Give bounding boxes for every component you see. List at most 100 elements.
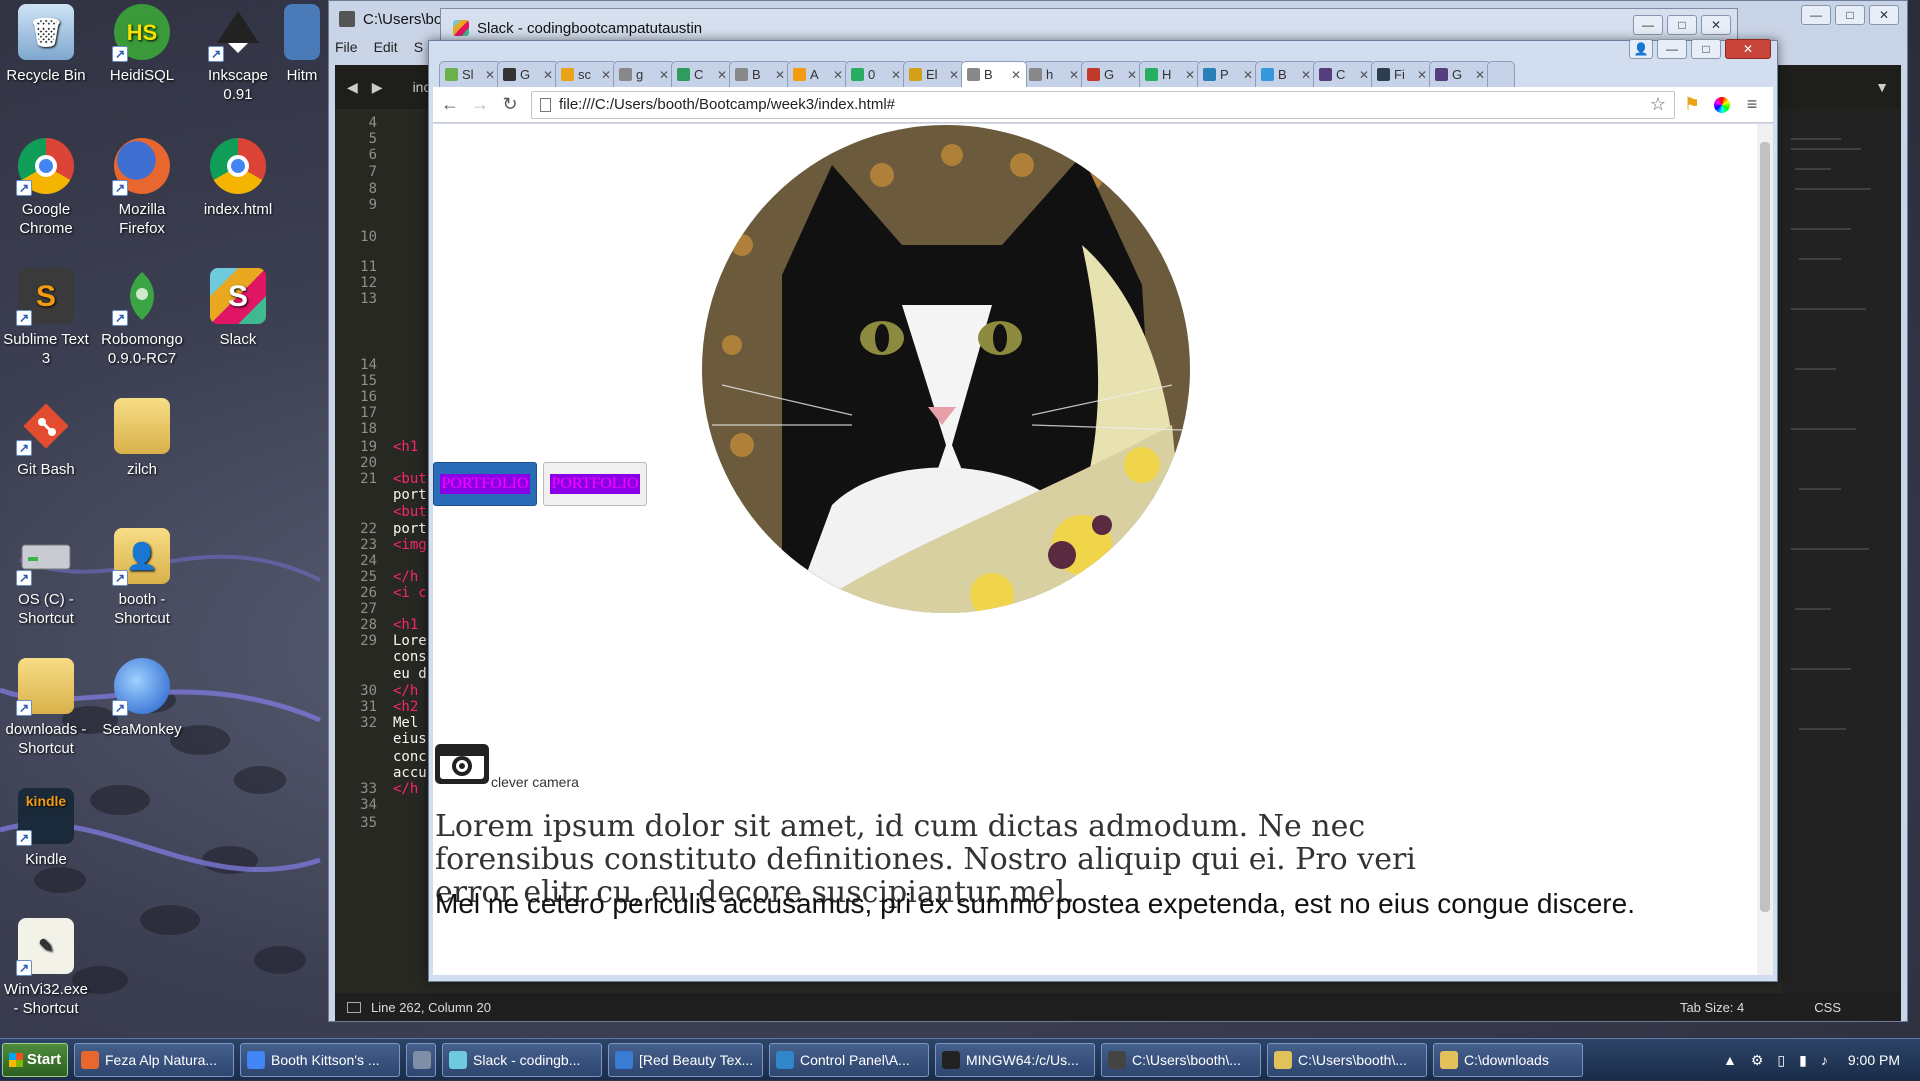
tab-close-icon[interactable]: ✕ <box>1185 68 1195 82</box>
maximize-button[interactable]: □ <box>1691 39 1721 59</box>
minimize-button[interactable]: — <box>1801 5 1831 25</box>
syntax-mode[interactable]: CSS <box>1814 1000 1841 1015</box>
tab-close-icon[interactable]: ✕ <box>1243 68 1253 82</box>
desktop-icon-mozilla-firefox[interactable]: ↗ Mozilla Firefox <box>96 138 188 238</box>
tab-close-icon[interactable]: ✕ <box>833 68 843 82</box>
extension-icon[interactable]: ⚑ <box>1679 92 1705 118</box>
panel-icon[interactable] <box>347 1001 361 1013</box>
taskbar-item[interactable]: [Red Beauty Tex... <box>608 1042 763 1077</box>
portfolio-button-default[interactable]: PORTFOLIO <box>543 462 647 506</box>
scrollbar-thumb[interactable] <box>1760 142 1770 912</box>
browser-tab[interactable]: g ✕ <box>613 61 675 87</box>
taskbar-item[interactable]: Feza Alp Natura... <box>74 1042 234 1077</box>
tab-close-icon[interactable]: ✕ <box>1011 68 1021 82</box>
desktop-icon-hitm[interactable]: Hitm <box>282 4 322 85</box>
tab-dropdown-icon[interactable]: ▼ <box>1875 79 1889 95</box>
tab-close-icon[interactable]: ✕ <box>717 68 727 82</box>
minimap[interactable] <box>1781 109 1901 993</box>
chrome-window[interactable]: 👤 — □ ✕ Sl ✕ G ✕ sc ✕ g ✕ C ✕ B ✕ A ✕ 0 ✕ El ✕ B ✕ h ✕ G ✕ H ✕ P ✕ B… <box>428 39 1778 982</box>
desktop-icon-downloads[interactable]: ↗ downloads - Shortcut <box>0 658 92 758</box>
taskbar-item[interactable]: C:\Users\booth\... <box>1101 1042 1261 1077</box>
tab-close-icon[interactable]: ✕ <box>1417 68 1427 82</box>
browser-tab[interactable]: C ✕ <box>1313 61 1375 87</box>
tab-close-icon[interactable]: ✕ <box>891 68 901 82</box>
maximize-button[interactable]: □ <box>1835 5 1865 25</box>
tab-close-icon[interactable]: ✕ <box>601 68 611 82</box>
tab-close-icon[interactable]: ✕ <box>1359 68 1369 82</box>
close-button[interactable]: ✕ <box>1701 15 1731 35</box>
tab-close-icon[interactable]: ✕ <box>1127 68 1137 82</box>
menu-file[interactable]: File <box>335 39 358 61</box>
color-picker-icon[interactable] <box>1709 92 1735 118</box>
desktop-icon-google-chrome[interactable]: ↗ Google Chrome <box>0 138 92 238</box>
browser-tab[interactable]: B ✕ <box>1255 61 1317 87</box>
tab-close-icon[interactable]: ✕ <box>1069 68 1079 82</box>
taskbar-item[interactable]: Control Panel\A... <box>769 1042 929 1077</box>
volume-icon[interactable]: ♪ <box>1821 1052 1828 1068</box>
menu-edit[interactable]: Edit <box>374 39 398 61</box>
menu-selection[interactable]: S <box>414 39 423 61</box>
tab-size[interactable]: Tab Size: 4 <box>1680 1000 1744 1015</box>
desktop-icon-zilch[interactable]: zilch <box>96 398 188 479</box>
device-icon[interactable]: ▯ <box>1777 1052 1785 1069</box>
tab-close-icon[interactable]: ✕ <box>659 68 669 82</box>
browser-tab[interactable]: G ✕ <box>1081 61 1143 87</box>
browser-tab[interactable]: G ✕ <box>1429 61 1491 87</box>
address-bar[interactable]: file:///C:/Users/booth/Bootcamp/week3/in… <box>531 90 1675 119</box>
taskbar-item[interactable] <box>406 1042 436 1077</box>
tab-close-icon[interactable]: ✕ <box>1301 68 1311 82</box>
browser-tab[interactable]: h ✕ <box>1023 61 1085 87</box>
browser-tab[interactable]: El ✕ <box>903 61 965 87</box>
taskbar-item[interactable]: Slack - codingb... <box>442 1042 602 1077</box>
taskbar-item[interactable]: Booth Kittson's ... <box>240 1042 400 1077</box>
browser-tab[interactable]: G ✕ <box>497 61 559 87</box>
tab-close-icon[interactable]: ✕ <box>949 68 959 82</box>
back-arrow-icon[interactable]: ← <box>437 92 463 118</box>
browser-tab[interactable]: sc ✕ <box>555 61 617 87</box>
settings-gear-icon[interactable]: ⚙ <box>1751 1052 1764 1069</box>
taskbar-item[interactable]: MINGW64:/c/Us... <box>935 1042 1095 1077</box>
desktop-icon-recycle-bin[interactable]: 🗑 Recycle Bin <box>0 4 92 85</box>
clock[interactable]: 9:00 PM <box>1848 1052 1900 1068</box>
close-button[interactable]: ✕ <box>1869 5 1899 25</box>
browser-tab[interactable]: H ✕ <box>1139 61 1201 87</box>
menu-icon[interactable]: ≡ <box>1739 92 1765 118</box>
desktop-icon-slack[interactable]: S Slack <box>192 268 284 349</box>
page-viewport[interactable]: PORTFOLIO PORTFOLIO clever camera Lorem … <box>433 124 1773 975</box>
minimize-button[interactable]: — <box>1633 15 1663 35</box>
desktop-icon-kindle[interactable]: kindle ↗ Kindle <box>0 788 92 869</box>
forward-arrow-icon[interactable]: → <box>467 92 493 118</box>
tab-close-icon[interactable]: ✕ <box>775 68 785 82</box>
close-button[interactable]: ✕ <box>1725 39 1771 59</box>
desktop-icon-winvi[interactable]: ✎ ↗ WinVi32.exe - Shortcut <box>0 918 92 1018</box>
browser-tab[interactable]: A ✕ <box>787 61 849 87</box>
browser-tab[interactable]: B ✕ <box>961 61 1027 87</box>
desktop-icon-git-bash[interactable]: ↗ Git Bash <box>0 398 92 479</box>
network-icon[interactable]: ▮ <box>1799 1052 1807 1069</box>
profile-button[interactable]: 👤 <box>1629 39 1653 59</box>
taskbar-item[interactable]: C:\downloads <box>1433 1042 1583 1077</box>
taskbar-item[interactable]: C:\Users\booth\... <box>1267 1042 1427 1077</box>
desktop-icon-heidisql[interactable]: HS ↗ HeidiSQL <box>96 4 188 85</box>
portfolio-button-primary[interactable]: PORTFOLIO <box>433 462 537 506</box>
start-button[interactable]: Start <box>2 1042 68 1077</box>
desktop-icon-sublime-text[interactable]: S ↗ Sublime Text 3 <box>0 268 92 368</box>
browser-tab[interactable]: Sl ✕ <box>439 61 501 87</box>
page-scrollbar[interactable] <box>1757 124 1773 975</box>
browser-tab[interactable]: P ✕ <box>1197 61 1259 87</box>
minimize-button[interactable]: — <box>1657 39 1687 59</box>
bookmark-star-icon[interactable]: ☆ <box>1650 94 1666 115</box>
browser-tab[interactable]: 0 ✕ <box>845 61 907 87</box>
tab-close-icon[interactable]: ✕ <box>485 68 495 82</box>
maximize-button[interactable]: □ <box>1667 15 1697 35</box>
desktop-icon-robomongo[interactable]: ↗ Robomongo 0.9.0-RC7 <box>96 268 188 368</box>
desktop-icon-os-c[interactable]: ↗ OS (C) - Shortcut <box>0 528 92 628</box>
desktop-icon-booth[interactable]: 👤 ↗ booth - Shortcut <box>96 528 188 628</box>
reload-icon[interactable]: ↻ <box>497 92 523 118</box>
browser-tab[interactable]: C ✕ <box>671 61 733 87</box>
desktop-icon-index-html[interactable]: index.html <box>192 138 284 219</box>
nav-right-icon[interactable]: ▶ <box>372 79 383 96</box>
tab-close-icon[interactable]: ✕ <box>543 68 553 82</box>
desktop-icon-inkscape[interactable]: ↗ Inkscape 0.91 <box>192 4 284 104</box>
new-tab-button[interactable] <box>1487 61 1515 87</box>
